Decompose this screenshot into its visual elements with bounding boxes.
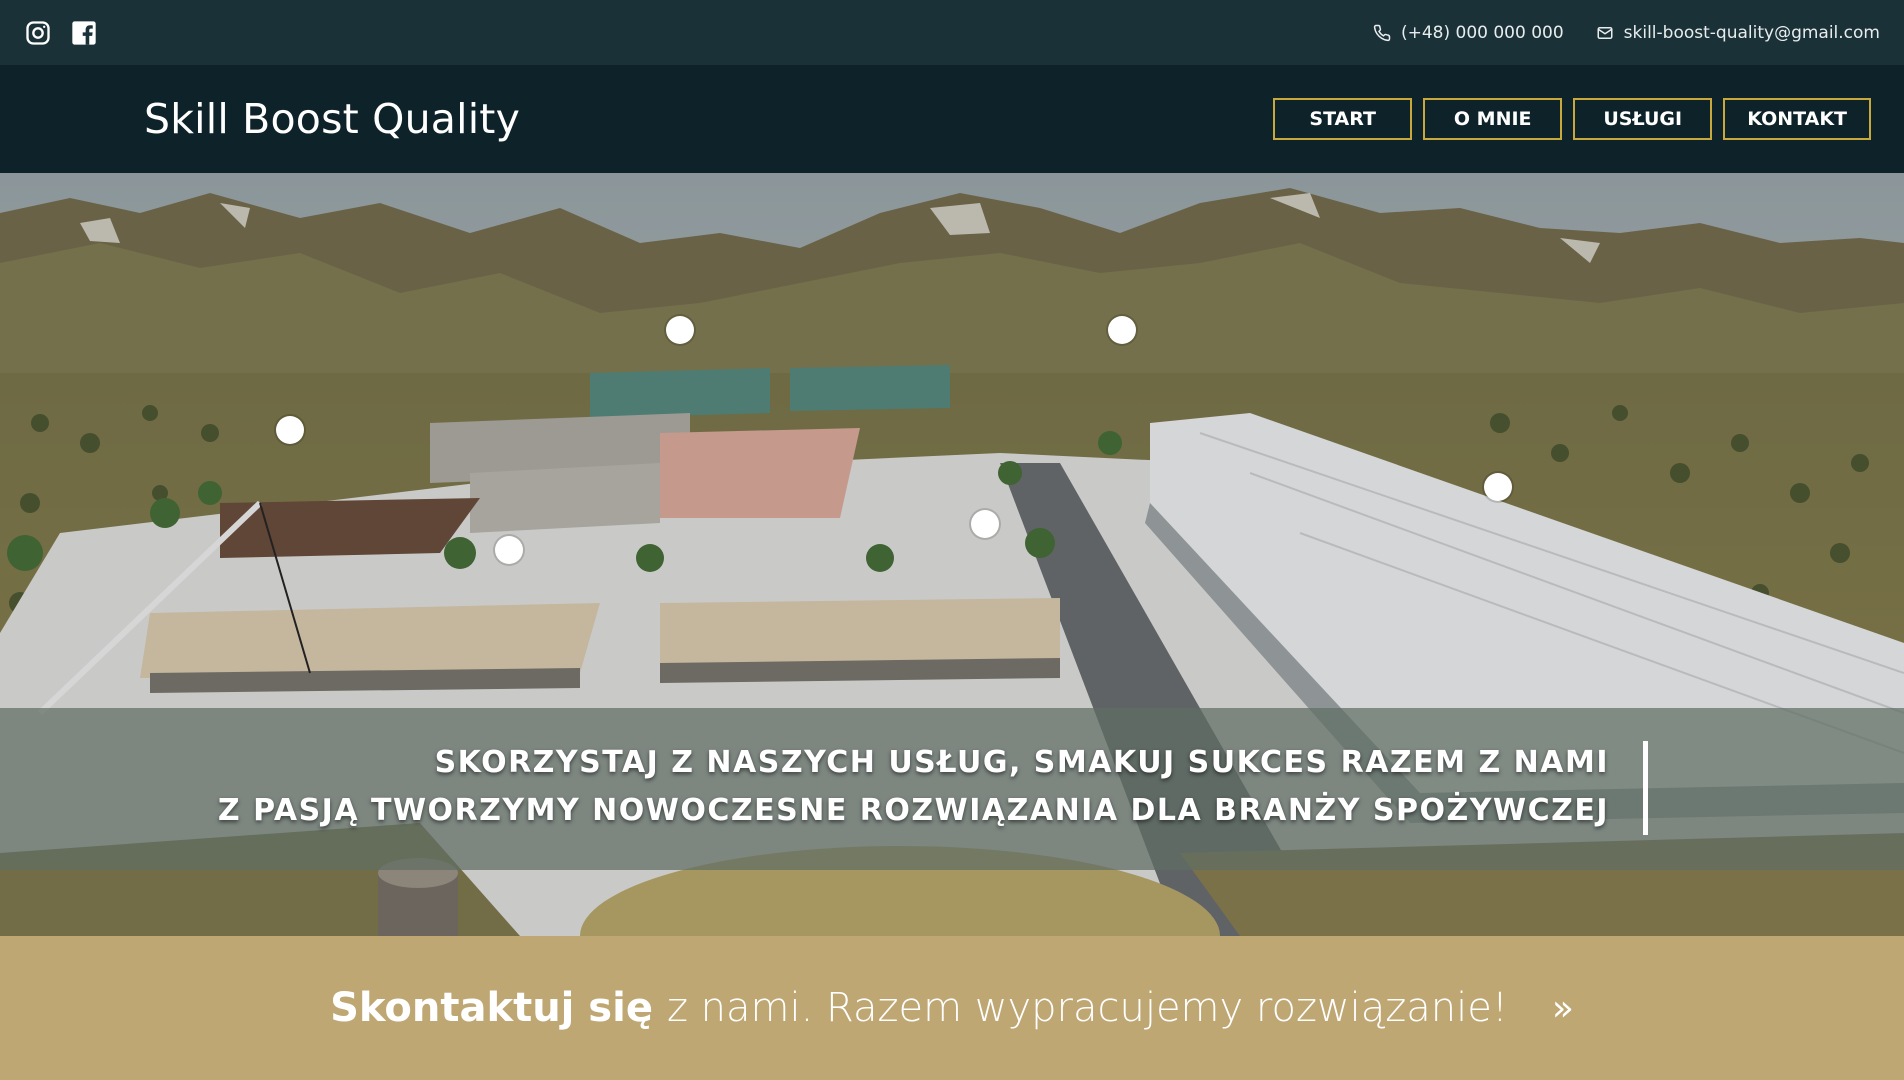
email-address: skill-boost-quality@gmail.com (1623, 22, 1880, 43)
nav-kontakt[interactable]: KONTAKT (1723, 98, 1871, 140)
phone-number: (+48) 000 000 000 (1400, 22, 1564, 43)
hero-line-1: SKORZYSTAJ Z NASZYCH USŁUG, SMAKUJ SUKCE… (434, 745, 1609, 780)
main-nav: START O MNIE USŁUGI KONTAKT (1273, 98, 1871, 140)
email-contact[interactable]: skill-boost-quality@gmail.com (1596, 23, 1880, 43)
cta-strong-text: Skontaktuj się (330, 985, 653, 1031)
contact-cta[interactable]: Skontaktuj się z nami. Razem wypracujemy… (0, 936, 1904, 1080)
hero-line-2: Z PASJĄ TWORZYMY NOWOCZESNE ROZWIĄZANIA … (217, 793, 1609, 828)
nav-uslugi[interactable]: USŁUGI (1573, 98, 1713, 140)
hotspot-marker[interactable] (276, 416, 304, 444)
hero-text: SKORZYSTAJ Z NASZYCH USŁUG, SMAKUJ SUKCE… (218, 739, 1609, 835)
phone-icon (1373, 24, 1391, 41)
hotspot-marker[interactable] (1108, 316, 1136, 344)
cta-light-text: z nami. Razem wypracujemy rozwiązanie! (666, 985, 1508, 1031)
instagram-icon[interactable] (24, 19, 52, 47)
nav-start[interactable]: START (1273, 98, 1413, 140)
mail-icon (1597, 26, 1613, 39)
hotspot-marker[interactable] (495, 536, 523, 564)
phone-contact[interactable]: (+48) 000 000 000 (1373, 23, 1564, 43)
hotspot-marker[interactable] (971, 510, 999, 538)
chevron-right-icon[interactable]: » (1552, 988, 1574, 1029)
social-links (24, 19, 98, 47)
hero-section: SKORZYSTAJ Z NASZYCH USŁUG, SMAKUJ SUKCE… (0, 173, 1904, 936)
site-header: Skill Boost Quality START O MNIE USŁUGI … (0, 65, 1904, 173)
top-bar: (+48) 000 000 000 skill-boost-quality@gm… (0, 0, 1904, 65)
hotspot-marker[interactable] (1484, 473, 1512, 501)
site-logo[interactable]: Skill Boost Quality (144, 95, 520, 143)
nav-o-mnie[interactable]: O MNIE (1423, 98, 1563, 140)
hotspot-marker[interactable] (666, 316, 694, 344)
hero-divider (1643, 741, 1648, 835)
facebook-icon[interactable] (70, 19, 98, 47)
contact-info: (+48) 000 000 000 skill-boost-quality@gm… (1373, 23, 1880, 43)
